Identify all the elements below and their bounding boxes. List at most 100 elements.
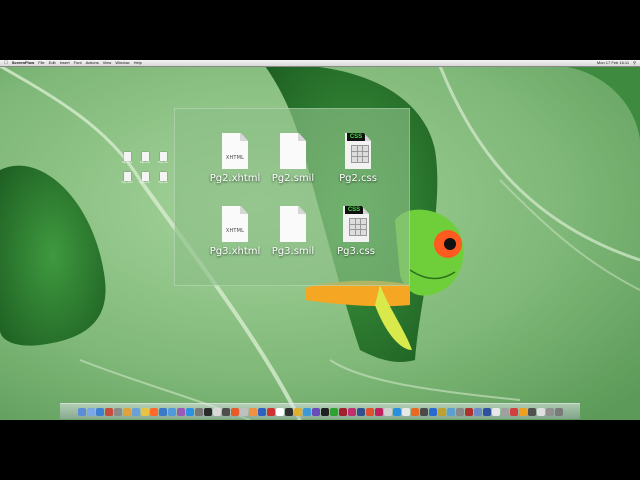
desktop-file-icon[interactable]: Pg1.css [156, 172, 170, 184]
xcode-icon[interactable] [383, 407, 392, 416]
photoshop-icon[interactable] [347, 407, 356, 416]
apple-menu-icon[interactable]:  [4, 60, 8, 66]
photo-booth-icon[interactable] [104, 407, 113, 416]
flash-icon[interactable] [320, 407, 329, 416]
acrobat-icon[interactable] [365, 407, 374, 416]
dock [60, 403, 580, 419]
app-menu[interactable]: ScreenFlow [12, 60, 34, 66]
mail-icon[interactable] [86, 407, 95, 416]
terminal-icon[interactable] [194, 407, 203, 416]
coda-icon[interactable] [419, 407, 428, 416]
css-grid-icon [349, 218, 367, 236]
smil-document-icon [280, 133, 306, 169]
desktop-screen:  ScreenFlow File Edit Insert Font Actio… [0, 60, 640, 420]
file-icon-pg2-smil[interactable]: Pg2.smil [258, 133, 328, 203]
folder-icon[interactable] [545, 407, 554, 416]
xhtml-document-icon: XHTML [222, 133, 248, 169]
omnigraffle-icon[interactable] [464, 407, 473, 416]
textedit-icon[interactable] [212, 407, 221, 416]
screenflow-icon[interactable] [176, 407, 185, 416]
itunes-icon[interactable] [131, 407, 140, 416]
menu-extras: Mon 17 Feb 16:11 ⚲ [597, 60, 636, 66]
bridge-icon[interactable] [356, 407, 365, 416]
documents-icon[interactable] [527, 407, 536, 416]
notes-icon[interactable] [140, 407, 149, 416]
file-icon-pg3-smil[interactable]: Pg3.smil [258, 206, 328, 276]
address-book-icon[interactable] [275, 407, 284, 416]
outlook-icon[interactable] [509, 407, 518, 416]
spotlight-icon[interactable]: ⚲ [633, 60, 636, 66]
menu-font[interactable]: Font [74, 60, 82, 66]
menu-bar:  ScreenFlow File Edit Insert Font Actio… [0, 60, 640, 67]
document-icon [123, 172, 131, 181]
word-icon[interactable] [482, 407, 491, 416]
menu-file[interactable]: File [38, 60, 44, 66]
smil-document-icon [280, 206, 306, 242]
css-grid-icon [351, 145, 369, 163]
file-name-label: Pg3.smil [271, 246, 315, 257]
firefox-icon[interactable] [149, 407, 158, 416]
finder-window: XHTML Pg2.xhtml Pg2.smil CSS Pg2.css XHT… [174, 108, 410, 286]
keynote-icon[interactable] [257, 407, 266, 416]
document-icon [141, 152, 149, 161]
css-badge: CSS [347, 133, 365, 141]
desktop-file-icon[interactable]: Pg1.css [156, 152, 170, 164]
desktop-file-icon[interactable]: Pg1.html [120, 152, 134, 164]
preview-icon[interactable] [167, 407, 176, 416]
grapher-icon[interactable] [293, 407, 302, 416]
menu-actions[interactable]: Actions [86, 60, 99, 66]
safari-icon[interactable] [95, 407, 104, 416]
menu-help[interactable]: Help [134, 60, 142, 66]
app-store-icon[interactable] [158, 407, 167, 416]
fireworks-icon[interactable] [374, 407, 383, 416]
clock[interactable]: Mon 17 Feb 16:11 [597, 60, 629, 66]
document-icon [159, 152, 167, 161]
file-icon-pg2-css[interactable]: CSS Pg2.css [323, 133, 393, 203]
desktop-file-icon[interactable]: Pg1.xhtml [120, 172, 134, 184]
sketch-icon[interactable] [473, 407, 482, 416]
css-document-icon: CSS [343, 206, 369, 242]
ical-icon[interactable] [122, 407, 131, 416]
desktop-file-icon[interactable]: Pg1.smil [138, 172, 152, 184]
document-icon [141, 172, 149, 181]
skype-icon[interactable] [392, 407, 401, 416]
excel-icon[interactable] [491, 407, 500, 416]
trash-icon[interactable] [554, 407, 563, 416]
powerpoint-icon[interactable] [500, 407, 509, 416]
finder-icon[interactable] [77, 407, 86, 416]
dropbox-icon[interactable] [455, 407, 464, 416]
applications-icon[interactable] [536, 407, 545, 416]
illustrator-icon[interactable] [329, 407, 338, 416]
transmit-icon[interactable] [428, 407, 437, 416]
chess-icon[interactable] [302, 407, 311, 416]
menu-window[interactable]: Window [115, 60, 129, 66]
calculator-icon[interactable] [230, 407, 239, 416]
downloads-icon[interactable] [518, 407, 527, 416]
dreamweaver-icon[interactable] [311, 407, 320, 416]
vlc-icon[interactable] [401, 407, 410, 416]
menu-insert[interactable]: Insert [60, 60, 70, 66]
pdf-icon[interactable] [266, 407, 275, 416]
automator-icon[interactable] [239, 407, 248, 416]
evernote-icon[interactable] [446, 407, 455, 416]
css-document-icon: CSS [345, 133, 371, 169]
desktop-file-icon[interactable]: Pg1.smil [138, 152, 152, 164]
stickies-icon[interactable] [284, 407, 293, 416]
document-icon [123, 152, 131, 161]
file-name-label: Pg2.css [339, 173, 377, 184]
facetime-icon[interactable] [185, 407, 194, 416]
dashboard-icon[interactable] [203, 407, 212, 416]
file-name-label: Pg3.css [337, 246, 375, 257]
keychain-icon[interactable] [221, 407, 230, 416]
system-preferences-icon[interactable] [113, 407, 122, 416]
indesign-icon[interactable] [338, 407, 347, 416]
menu-view[interactable]: View [103, 60, 112, 66]
xhtml-document-icon: XHTML [222, 206, 248, 242]
file-name-label: Pg2.smil [271, 173, 315, 184]
pages-icon[interactable] [248, 407, 257, 416]
document-icon [159, 172, 167, 181]
handbrake-icon[interactable] [437, 407, 446, 416]
menu-edit[interactable]: Edit [49, 60, 56, 66]
filezilla-icon[interactable] [410, 407, 419, 416]
file-icon-pg3-css[interactable]: CSS Pg3.css [321, 206, 391, 276]
